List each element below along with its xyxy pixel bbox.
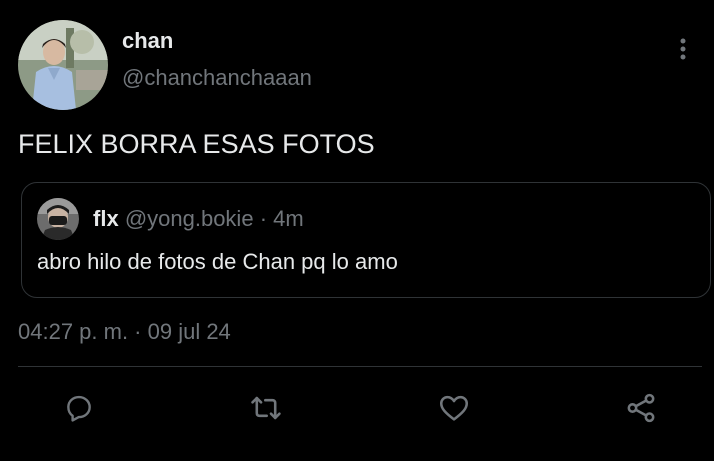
retweet-button[interactable] xyxy=(247,389,285,427)
quote-separator: · xyxy=(259,206,268,231)
quote-text: abro hilo de fotos de Chan pq lo amo xyxy=(37,249,398,274)
quote-author-handle[interactable]: @yong.bokie xyxy=(125,206,254,231)
more-options-button[interactable] xyxy=(666,32,700,66)
divider xyxy=(18,366,702,367)
quote-author-name[interactable]: flx xyxy=(93,206,119,231)
retweet-icon xyxy=(251,396,281,420)
reply-icon xyxy=(67,395,91,422)
share-icon xyxy=(627,393,655,423)
tweet-timestamp[interactable]: 04:27 p. m. · 09 jul 24 xyxy=(18,318,231,346)
quote-author-avatar xyxy=(37,198,79,240)
quote-time: 4m xyxy=(273,206,304,231)
tweet-text: FELIX BORRA ESAS FOTOS xyxy=(18,129,375,159)
reply-button[interactable] xyxy=(60,389,98,427)
quoted-tweet-card[interactable]: flx @yong.bokie · 4m abro hilo de fotos … xyxy=(21,182,711,298)
author-handle[interactable]: @chanchanchaaan xyxy=(122,65,312,91)
like-button[interactable] xyxy=(435,389,473,427)
share-button[interactable] xyxy=(622,389,660,427)
more-vertical-icon xyxy=(680,38,686,60)
author-name[interactable]: chan xyxy=(122,28,173,54)
like-icon xyxy=(439,395,469,421)
quote-header: flx @yong.bokie · 4m xyxy=(93,206,304,232)
author-avatar[interactable] xyxy=(18,20,108,110)
